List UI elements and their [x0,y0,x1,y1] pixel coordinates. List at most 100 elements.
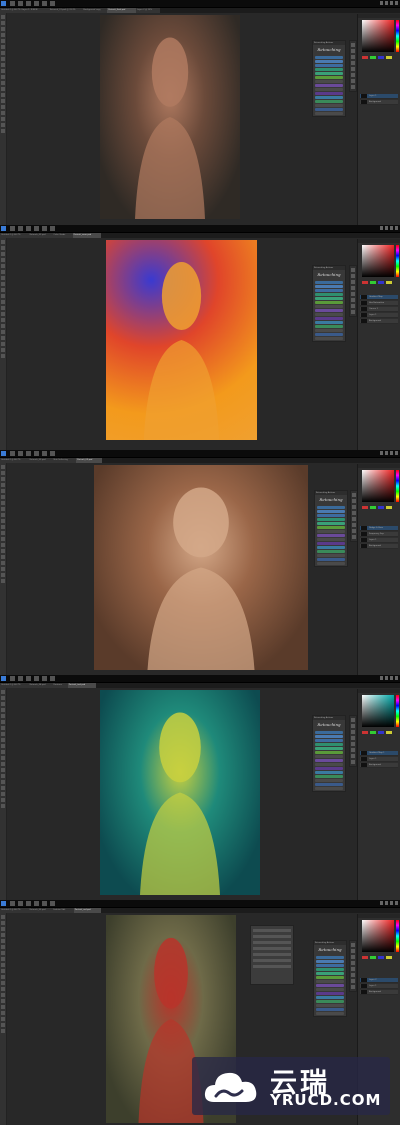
taskbar-app-icon[interactable] [42,901,47,906]
action-button[interactable] [317,514,345,517]
document-tab[interactable]: Color Grade [52,233,74,238]
tool-icon[interactable] [1,987,5,991]
hue-slider[interactable] [396,245,399,277]
tool-icon[interactable] [1,945,5,949]
taskbar-app-icon[interactable] [50,901,55,906]
action-button[interactable] [317,542,345,545]
tool-icon[interactable] [1,981,5,985]
layer-row[interactable]: Layer 1 [360,538,398,543]
action-button[interactable] [315,76,343,79]
tool-icon[interactable] [1,27,5,31]
tool-icon[interactable] [1,975,5,979]
tool-icon[interactable] [1,264,5,268]
panel-toggle-icon[interactable] [351,943,355,947]
action-button[interactable] [316,996,344,999]
panel-toggle-icon[interactable] [351,973,355,977]
action-button[interactable] [315,285,343,288]
action-button[interactable] [315,293,343,296]
panel-toggle-icon[interactable] [351,49,355,53]
tool-icon[interactable] [1,690,5,694]
tool-icon[interactable] [1,957,5,961]
tool-icon[interactable] [1,939,5,943]
dialog-control[interactable] [253,959,291,962]
layer-row[interactable]: Gradient Map 1 [360,751,398,756]
swatch[interactable] [362,56,368,59]
action-button[interactable] [315,88,343,91]
action-button[interactable] [316,1008,344,1011]
action-button[interactable] [315,313,343,316]
tool-icon[interactable] [1,288,5,292]
panel-toggle-icon[interactable] [352,499,356,503]
action-button[interactable] [317,522,345,525]
action-button[interactable] [315,56,343,59]
layer-row[interactable]: Frequency Sep [360,532,398,537]
tool-icon[interactable] [1,33,5,37]
action-button[interactable] [315,104,343,107]
taskbar-app-icon[interactable] [50,451,55,456]
tool-icon[interactable] [1,1023,5,1027]
panel-toggle-icon[interactable] [351,985,355,989]
panel-toggle-icon[interactable] [351,43,355,47]
tool-icon[interactable] [1,708,5,712]
layer-row[interactable]: Layer 1 [360,94,398,99]
tool-icon[interactable] [1,999,5,1003]
tool-icon[interactable] [1,513,5,517]
tool-icon[interactable] [1,300,5,304]
tool-icon[interactable] [1,354,5,358]
swatch[interactable] [386,956,392,959]
tool-icon[interactable] [1,915,5,919]
panel-toggle-icon[interactable] [351,55,355,59]
action-button[interactable] [315,301,343,304]
swatch[interactable] [378,56,384,59]
document-tab[interactable]: Retouch_05.psd [28,908,54,913]
tool-icon[interactable] [1,21,5,25]
action-button[interactable] [315,321,343,324]
tool-icon[interactable] [1,270,5,274]
tool-icon[interactable] [1,477,5,481]
taskbar-app-icon[interactable] [10,901,15,906]
swatch[interactable] [378,281,384,284]
tool-icon[interactable] [1,51,5,55]
hue-slider[interactable] [396,695,399,727]
windows-start-icon[interactable] [1,901,6,906]
taskbar-app-icon[interactable] [34,676,39,681]
swatch[interactable] [370,281,376,284]
tool-icon[interactable] [1,252,5,256]
action-button[interactable] [315,309,343,312]
panel-toggle-icon[interactable] [351,736,355,740]
taskbar-app-icon[interactable] [42,676,47,681]
swatch[interactable] [386,281,392,284]
tool-icon[interactable] [1,963,5,967]
tool-icon[interactable] [1,93,5,97]
layer-row[interactable]: Layer 2 [360,978,398,983]
color-panel-tabs[interactable] [358,14,400,18]
tool-icon[interactable] [1,561,5,565]
action-button[interactable] [315,64,343,67]
tool-icon[interactable] [1,276,5,280]
taskbar-app-icon[interactable] [18,901,23,906]
action-button[interactable] [316,992,344,995]
layer-row[interactable]: Background [360,763,398,768]
tool-icon[interactable] [1,240,5,244]
document-tab[interactable]: Portrait_teal.psd [67,683,97,688]
panel-toggle-icon[interactable] [351,718,355,722]
action-button[interactable] [315,325,343,328]
action-button[interactable] [315,80,343,83]
tool-icon[interactable] [1,549,5,553]
taskbar-app-icon[interactable] [10,1,15,6]
document-tab[interactable]: Retouch_04.psd [28,683,54,688]
panel-toggle-icon[interactable] [351,304,355,308]
panel-toggle-icon[interactable] [351,85,355,89]
tool-icon[interactable] [1,756,5,760]
action-button[interactable] [315,337,343,340]
taskbar-app-icon[interactable] [26,676,31,681]
tool-icon[interactable] [1,63,5,67]
tool-icon[interactable] [1,69,5,73]
action-button[interactable] [315,767,343,770]
panel-toggle-icon[interactable] [351,967,355,971]
action-button[interactable] [315,787,343,790]
tool-icon[interactable] [1,39,5,43]
panel-toggle-icon[interactable] [351,961,355,965]
action-button[interactable] [317,562,345,565]
action-button[interactable] [315,297,343,300]
